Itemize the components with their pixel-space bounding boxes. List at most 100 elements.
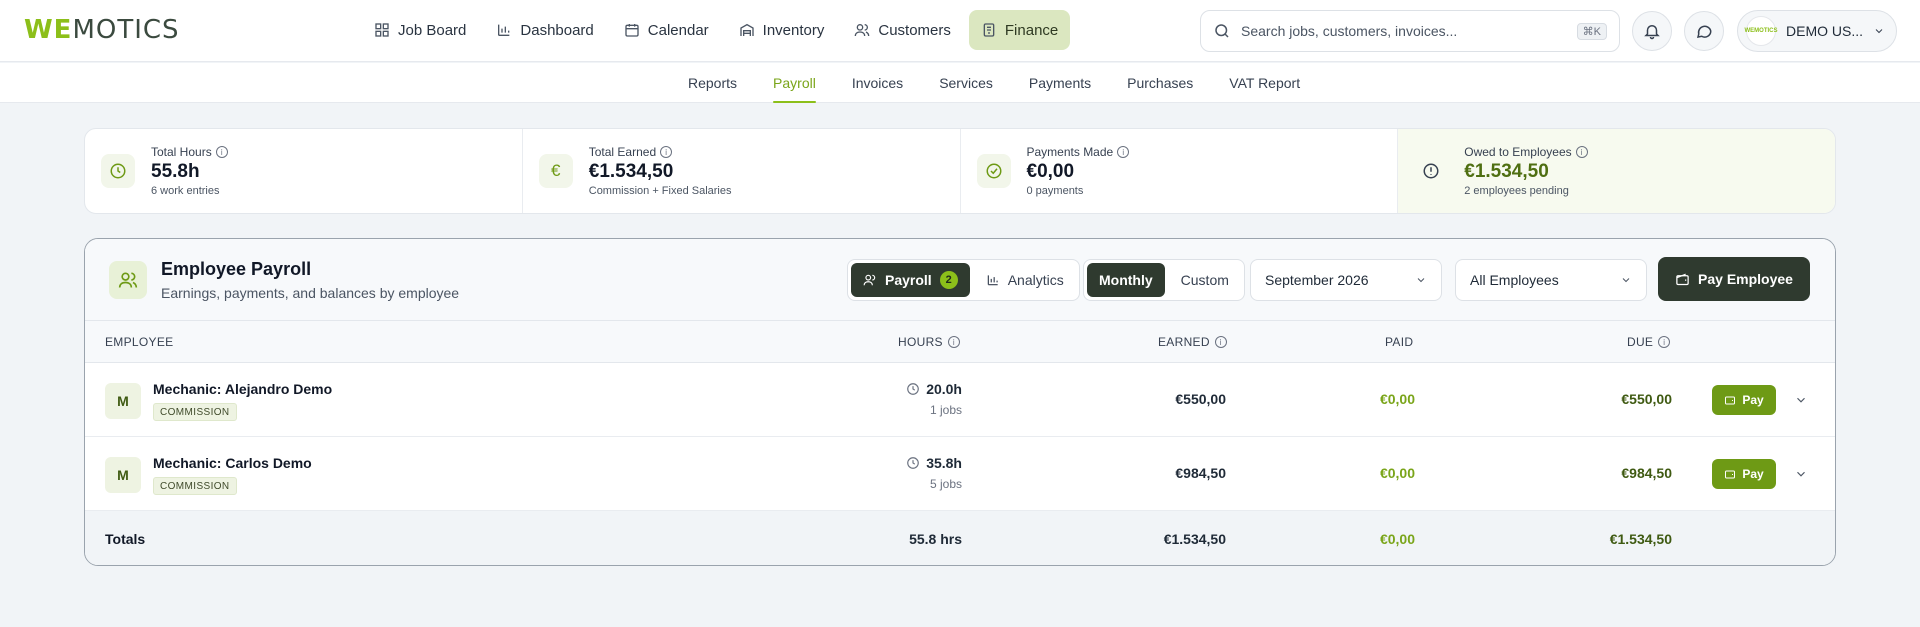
chevron-down-icon — [1622, 278, 1630, 283]
nav-customers[interactable]: Customers — [842, 10, 963, 50]
jobs-count: 1 jobs — [929, 403, 962, 417]
nav-job-board[interactable]: Job Board — [362, 10, 478, 50]
col-due[interactable]: DUE i — [1627, 335, 1671, 349]
stat-label: Payments Made — [1026, 145, 1114, 159]
info-icon[interactable]: i — [660, 146, 673, 158]
clock-icon — [907, 383, 920, 395]
nav-label: Dashboard — [520, 21, 594, 39]
tab-analytics[interactable]: Analytics — [974, 263, 1076, 297]
brand-logo[interactable]: WE MOTICS — [24, 14, 180, 46]
receipt-icon — [983, 23, 995, 37]
euro-icon: € — [538, 154, 573, 188]
bell-icon — [1644, 25, 1660, 40]
jobs-count: 5 jobs — [929, 477, 962, 491]
employee-name: Mechanic: Carlos Demo — [153, 455, 312, 471]
pay-type-tag: COMMISSION — [153, 477, 237, 495]
pay-button[interactable]: Pay — [1712, 459, 1776, 489]
pay-type-tag: COMMISSION — [153, 403, 237, 421]
totals-paid: €0,00 — [1379, 531, 1415, 547]
stats-bar: Total Hours i 55.8h 6 work entries € Tota… — [84, 128, 1836, 214]
calendar-icon — [625, 24, 639, 37]
nav-label: Inventory — [762, 21, 825, 39]
grid-icon — [375, 23, 389, 37]
col-paid[interactable]: PAID — [1385, 335, 1413, 349]
month-select[interactable]: September 2026 — [1250, 259, 1442, 301]
nav-label: Calendar — [647, 21, 709, 39]
stat-label: Total Earned — [588, 145, 657, 159]
table-row[interactable]: M Mechanic: Carlos Demo COMMISSION 35.8h… — [85, 437, 1835, 511]
avatar: M — [105, 457, 141, 493]
tab-monthly[interactable]: Monthly — [1087, 263, 1165, 297]
paid-value: €0,00 — [1379, 391, 1415, 407]
messages-button[interactable] — [1684, 11, 1724, 51]
stat-label: Total Hours — [151, 145, 212, 159]
col-earned[interactable]: EARNED i — [1158, 335, 1227, 349]
subnav-invoices[interactable]: Invoices — [834, 63, 921, 103]
payroll-title: Employee Payroll — [161, 259, 312, 279]
employee-name: Mechanic: Alejandro Demo — [153, 381, 333, 397]
table-header: EMPLOYEE HOURS i EARNED i PAID DUE i — [85, 321, 1835, 363]
employee-filter-select[interactable]: All Employees — [1455, 259, 1647, 301]
table-row[interactable]: M Mechanic: Alejandro Demo COMMISSION 20… — [85, 363, 1835, 437]
employee-payroll-card: Employee Payroll Earnings, payments, and… — [84, 238, 1836, 566]
bar-chart-icon — [987, 275, 998, 286]
nav-dashboard[interactable]: Dashboard — [484, 10, 605, 50]
due-value: €984,50 — [1621, 465, 1672, 481]
employee-filter-value: All Employees — [1470, 272, 1559, 288]
tab-label: Analytics — [1007, 272, 1064, 288]
user-menu[interactable]: WEMOTICS DEMO US... — [1737, 10, 1897, 52]
count-badge: 2 — [939, 271, 958, 289]
search-box[interactable]: ⌘K — [1200, 10, 1620, 52]
subnav-payments[interactable]: Payments — [1011, 63, 1109, 103]
info-icon[interactable]: i — [215, 146, 228, 158]
totals-row: Totals 55.8 hrs €1.534,50 €0,00 €1.534,5… — [85, 511, 1835, 565]
subnav-vat-report[interactable]: VAT Report — [1211, 63, 1318, 103]
clock-icon — [101, 154, 135, 188]
notifications-button[interactable] — [1632, 11, 1672, 51]
chevron-down-icon — [1417, 278, 1425, 283]
info-icon[interactable]: i — [1575, 146, 1588, 158]
subnav-reports[interactable]: Reports — [670, 63, 755, 103]
tab-payroll[interactable]: Payroll 2 — [851, 263, 970, 297]
col-hours[interactable]: HOURS i — [898, 335, 960, 349]
stat-value: €1.534,50 — [1464, 161, 1549, 182]
nav-inventory[interactable]: Inventory — [727, 10, 837, 50]
info-icon[interactable]: i — [947, 336, 960, 348]
expand-row-button[interactable] — [1794, 467, 1808, 481]
users-icon — [109, 261, 147, 299]
payroll-header: Employee Payroll Earnings, payments, and… — [85, 239, 1835, 321]
stat-sub: 6 work entries — [151, 185, 220, 197]
subnav-services[interactable]: Services — [921, 63, 1011, 103]
clock-icon — [907, 457, 920, 469]
tab-custom[interactable]: Custom — [1169, 263, 1241, 297]
stat-value: €1.534,50 — [588, 161, 674, 182]
pay-button[interactable]: Pay — [1712, 385, 1776, 415]
stat-total-hours: Total Hours i 55.8h 6 work entries — [85, 129, 523, 213]
wallet-icon — [1725, 396, 1736, 405]
hours-value: 35.8h — [906, 455, 962, 471]
expand-row-button[interactable] — [1794, 393, 1808, 407]
col-employee[interactable]: EMPLOYEE — [105, 335, 173, 349]
user-name: DEMO US... — [1786, 23, 1864, 39]
nav-label: Customers — [878, 21, 951, 39]
nav-calendar[interactable]: Calendar — [612, 10, 721, 50]
earned-value: €550,00 — [1175, 391, 1226, 407]
bar-chart-icon — [498, 24, 510, 36]
nav-finance[interactable]: Finance — [968, 10, 1071, 50]
month-value: September 2026 — [1265, 272, 1369, 288]
info-icon[interactable]: i — [1658, 336, 1671, 348]
logo-we: WE — [24, 15, 73, 45]
search-input[interactable] — [1241, 23, 1561, 39]
chevron-down-icon — [1875, 29, 1883, 34]
users-icon — [855, 24, 870, 37]
subnav-purchases[interactable]: Purchases — [1109, 63, 1211, 103]
main-nav: Job Board Dashboard Calendar Inventory C… — [362, 10, 1071, 50]
finance-subnav: Reports Payroll Invoices Services Paymen… — [0, 63, 1920, 103]
wallet-icon — [1676, 273, 1689, 285]
pay-employee-label: Pay Employee — [1698, 271, 1793, 287]
info-icon[interactable]: i — [1117, 146, 1130, 158]
wallet-icon — [1725, 470, 1736, 479]
pay-employee-button[interactable]: Pay Employee — [1658, 257, 1810, 301]
subnav-payroll[interactable]: Payroll — [755, 63, 834, 103]
info-icon[interactable]: i — [1214, 336, 1227, 348]
